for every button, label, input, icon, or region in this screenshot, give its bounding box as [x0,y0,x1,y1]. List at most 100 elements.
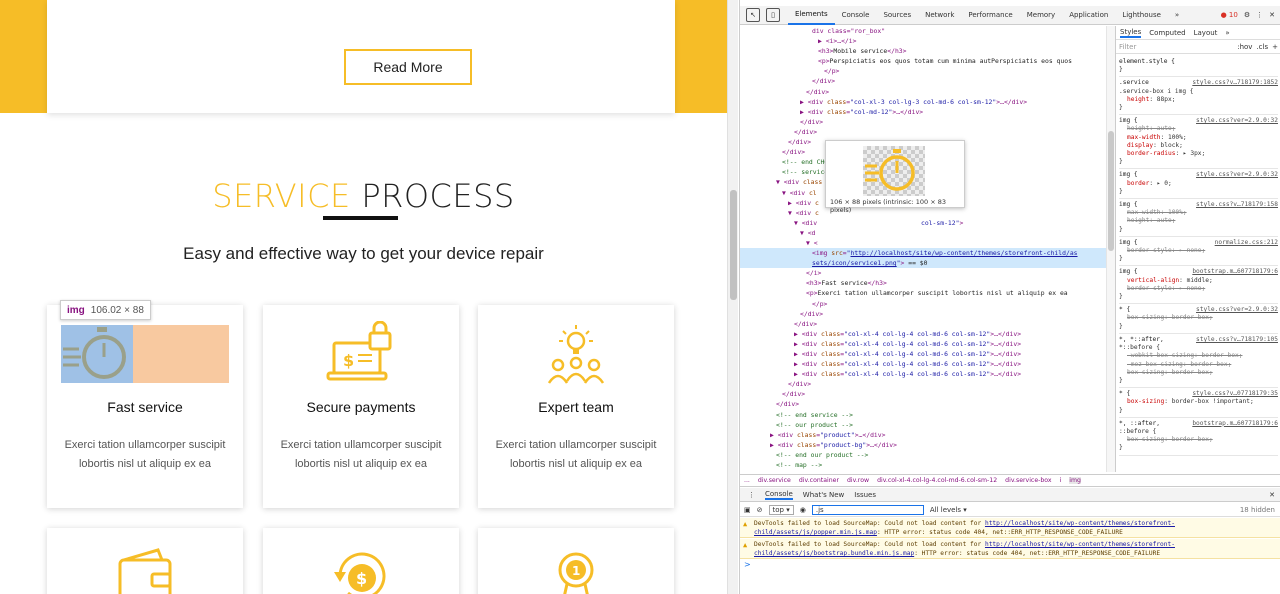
breadcrumb-item[interactable]: div.service [758,477,791,484]
css-property[interactable]: box-sizing: border-box; [1119,314,1278,322]
rule-source-link[interactable]: style.css?v…07718179:35 [1192,390,1278,398]
rule-source-link[interactable]: normalize.css:212 [1215,239,1278,247]
style-rule[interactable]: element.style {} [1119,56,1278,78]
dom-node-line[interactable]: </div> [740,379,1106,389]
elements-scrollbar-thumb[interactable] [1108,131,1114,251]
sidebar-toggle-icon[interactable]: ▣ [744,506,751,514]
css-property[interactable]: .service-box i img { [1119,88,1278,96]
inspect-element-icon[interactable]: ↖ [746,8,760,22]
selected-dom-node[interactable]: sets/icon/service1.png"> == $0 [740,258,1106,269]
dom-node-line[interactable]: </div> [740,399,1106,409]
css-property[interactable]: box-sizing: border-box; [1119,369,1278,377]
css-property[interactable]: ::before { [1119,428,1278,436]
rule-source-link[interactable]: style.css?ver=2.9.0:32 [1196,171,1278,179]
styles-control[interactable]: + [1272,43,1278,51]
devtools-tab-elements[interactable]: Elements [788,6,835,25]
rule-source-link[interactable]: style.css?v…718179:158 [1196,201,1278,209]
breadcrumb-item[interactable]: div.row [847,477,869,484]
devtools-tab-memory[interactable]: Memory [1020,6,1062,25]
styles-tab-styles[interactable]: Styles [1120,28,1142,38]
css-property[interactable]: height: auto; [1119,217,1278,225]
dom-node-line[interactable]: ▶ <div class="col-md-12">…</div> [740,107,1106,117]
style-rule[interactable]: *, *::after, style.css?v…718179:105 *::bef… [1119,334,1278,389]
drawer-menu-icon[interactable]: ⋮ [748,491,755,499]
device-toolbar-icon[interactable]: ▯ [766,8,780,22]
css-property[interactable]: height: auto; [1119,125,1278,133]
settings-gear-icon[interactable]: ⚙ [1244,11,1250,19]
styles-filter-input[interactable]: Filter [1119,43,1136,51]
breadcrumb-item[interactable]: i [1060,477,1062,484]
dom-node-line[interactable]: ▶ <div class="product">…</div> [740,430,1106,440]
css-property[interactable]: border: ▸ 0; [1119,180,1278,188]
dom-node-line[interactable]: <h3>Mobile service</h3> [740,46,1106,56]
rule-source-link[interactable]: style.css?v…718179:1852 [1192,79,1278,87]
elements-tree[interactable]: div class="ror_box" ▶ <i>…</i> <h3>Mobile … [740,26,1106,472]
style-rule[interactable]: img {normalize.css:212 border-style: ▸ no… [1119,237,1278,267]
selected-dom-node[interactable]: <img src="http://localhost/site/wp-conte… [740,248,1106,259]
css-property[interactable]: -moz-box-sizing: border-box; [1119,361,1278,369]
dom-node-line[interactable]: ▼ < [740,238,1106,248]
css-property[interactable]: display: block; [1119,142,1278,150]
styles-control[interactable]: :hov [1237,43,1252,51]
dom-node-line[interactable]: ▼ <div col-sm-12"> [740,218,1106,228]
devtools-tab-application[interactable]: Application [1062,6,1115,25]
styles-tab-layout[interactable]: Layout [1194,29,1218,37]
rule-source-link[interactable]: style.css?ver=2.9.0:32 [1196,117,1278,125]
dom-node-line[interactable]: </div> [740,76,1106,86]
dom-node-line[interactable]: ▶ <div class="product-bg">…</div> [740,440,1106,450]
breadcrumb-item[interactable]: div.container [799,477,839,484]
css-property[interactable]: *::before { [1119,344,1278,352]
console-filter-input[interactable]: .js [811,504,924,515]
breadcrumb-item[interactable]: div.service-box [1005,477,1051,484]
dom-node-line[interactable]: <!-- end our product --> [740,450,1106,460]
dom-node-line[interactable]: </p> [740,299,1106,309]
dom-node-line[interactable]: div class="ror_box" [740,26,1106,36]
devtools-tab-performance[interactable]: Performance [961,6,1019,25]
dom-node-line[interactable]: ▶ <div class="container-fluid padi">…</d… [740,470,1106,472]
styles-control[interactable]: .cls [1256,43,1268,51]
drawer-tab-what-s-new[interactable]: What's New [803,491,844,499]
page-scrollbar-thumb[interactable] [730,190,737,300]
style-rule[interactable]: *, ::after, bootstrap.m…607718179:6::befo… [1119,418,1278,456]
more-tabs-button[interactable]: » [1168,6,1186,25]
css-property[interactable]: border-style: ▸ none; [1119,247,1278,255]
dom-node-line[interactable]: </div> [740,117,1106,127]
rule-source-link[interactable]: bootstrap.m…607718179:6 [1192,420,1278,428]
breadcrumb-item[interactable]: div.col-xl-4.col-lg-4.col-md-6.col-sm-12 [877,477,997,484]
close-devtools-icon[interactable]: ✕ [1269,11,1275,19]
rule-source-link[interactable]: style.css?v…718179:105 [1196,336,1278,344]
breadcrumb-item[interactable]: img [1069,477,1081,484]
dom-node-line[interactable]: </div> [740,319,1106,329]
rule-source-link[interactable]: style.css?ver=2.9.0:32 [1196,306,1278,314]
style-rule[interactable]: * {style.css?v…07718179:35 box-sizing: bo… [1119,388,1278,418]
css-property[interactable]: vertical-align: middle; [1119,277,1278,285]
devtools-tab-console[interactable]: Console [835,6,877,25]
dom-node-line[interactable]: ▼ <d [740,228,1106,238]
css-property[interactable]: height: 88px; [1119,96,1278,104]
style-rule[interactable]: img {style.css?ver=2.9.0:32 height: auto;… [1119,115,1278,170]
rule-source-link[interactable]: bootstrap.m…607718179:6 [1192,268,1278,276]
dom-node-line[interactable]: <p>Perspiciatis eos quos totam cum minim… [740,56,1106,66]
css-property[interactable]: box-sizing: border-box; [1119,436,1278,444]
css-property[interactable]: box-sizing: border-box !important; [1119,398,1278,406]
dom-node-line[interactable]: <p>Exerci tation ullamcorper suscipit lo… [740,288,1106,298]
dom-node-line[interactable]: <h3>Fast service</h3> [740,278,1106,288]
dom-node-line[interactable]: </p> [740,66,1106,76]
clear-console-icon[interactable]: ⊘ [757,506,763,514]
style-rule[interactable]: .service style.css?v…718179:1852 .service-… [1119,77,1278,116]
devtools-tab-sources[interactable]: Sources [876,6,918,25]
dom-node-line[interactable]: </div> [740,87,1106,97]
css-property[interactable]: border-radius: ▸ 3px; [1119,150,1278,158]
dom-node-line[interactable]: <!-- map --> [740,460,1106,470]
devtools-tab-network[interactable]: Network [918,6,961,25]
dom-node-line[interactable]: ▶ <div class="col-xl-4 col-lg-4 col-md-6… [740,369,1106,379]
dom-node-line[interactable]: ▶ <div class="col-xl-4 col-lg-4 col-md-6… [740,329,1106,339]
css-property[interactable]: max-width: 100%; [1119,134,1278,142]
css-property[interactable]: border-style: ▸ none; [1119,285,1278,293]
dom-node-line[interactable]: ▶ <div class="col-xl-3 col-lg-3 col-md-6… [740,97,1106,107]
styles-tab-more[interactable]: » [1225,29,1229,37]
styles-tab-computed[interactable]: Computed [1149,29,1185,37]
dom-node-line[interactable]: ▶ <div class="col-xl-4 col-lg-4 col-md-6… [740,349,1106,359]
close-drawer-icon[interactable]: ✕ [1269,491,1280,499]
style-rule[interactable]: img {bootstrap.m…607718179:6 vertical-ali… [1119,266,1278,305]
